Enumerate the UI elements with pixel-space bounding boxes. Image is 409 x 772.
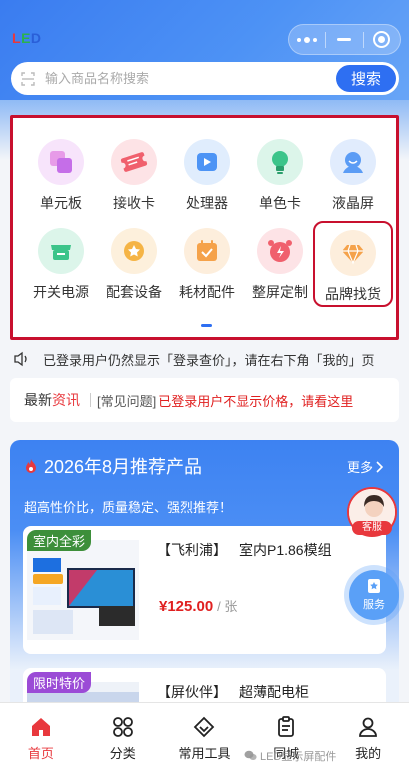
- notice-bar[interactable]: 已登录用户仍然显示「登录查价」，请在右下角「我的」页: [0, 346, 409, 372]
- category-icon: [112, 717, 133, 737]
- product-price: ¥125.00 / 张: [159, 598, 238, 615]
- shop-icon: [38, 228, 84, 274]
- service-icon: [368, 579, 380, 593]
- news-tag: [常见问题]: [97, 393, 157, 409]
- product-card[interactable]: 室内全彩 【飞利浦】 室内P1.86模组 ¥125.00 / 张: [23, 526, 386, 654]
- category-label: 接收卡: [113, 195, 155, 211]
- close-button[interactable]: [364, 25, 400, 54]
- speaker-icon: [14, 351, 27, 367]
- diamond-icon: [330, 230, 376, 276]
- calendar-check-icon: [184, 228, 230, 274]
- product-badge: 限时特价: [27, 672, 92, 693]
- wechat-icon: [244, 750, 257, 760]
- category-label: 配套设备: [106, 284, 162, 300]
- diamond-outline-icon: [194, 716, 215, 738]
- bulb-icon: [257, 139, 303, 185]
- category-custom-screen[interactable]: 整屏定制: [243, 228, 317, 302]
- category-grid: 单元板 接收卡 处理器 单色卡 液晶屏 开关电源 配套设备 耗材配件 整屏定制 …: [10, 115, 399, 340]
- news-bar[interactable]: 最新资讯 [常见问题] 已登录用户不显示价格，请看这里: [10, 378, 399, 422]
- tab-tools[interactable]: 常用工具: [164, 703, 246, 772]
- fire-icon: [26, 459, 36, 473]
- home-icon: [31, 718, 50, 736]
- scan-icon[interactable]: [21, 71, 35, 86]
- page-indicator: [201, 324, 212, 327]
- watermark: LED显示屏配件: [244, 748, 336, 764]
- category-label: 单元板: [40, 195, 82, 211]
- category-label: 整屏定制: [252, 284, 308, 300]
- tab-label: 常用工具: [178, 746, 231, 761]
- recommend-subtitle: 超高性价比，质量稳定、强烈推荐！: [24, 500, 233, 515]
- user-icon: [359, 717, 377, 737]
- bottom-tab-bar: 首页 分类 常用工具 同城 我的: [0, 702, 409, 772]
- tab-home[interactable]: 首页: [0, 703, 82, 772]
- category-label: 处理器: [186, 195, 228, 211]
- product-name: 【屏伙伴】 超薄配电柜: [157, 684, 309, 700]
- category-brand-sourcing[interactable]: 品牌找货: [313, 221, 393, 307]
- category-label: 耗材配件: [179, 284, 235, 300]
- tab-label: 分类: [109, 746, 136, 761]
- tab-mine[interactable]: 我的: [327, 703, 409, 772]
- video-processor-icon: [184, 139, 230, 185]
- app-logo: LED: [12, 30, 42, 46]
- product-name: 【飞利浦】 室内P1.86模组: [157, 542, 332, 558]
- ticket-icon: [111, 139, 157, 185]
- medal-icon: [111, 228, 157, 274]
- news-divider: [90, 393, 91, 407]
- news-headline[interactable]: 已登录用户不显示价格，请看这里: [158, 391, 353, 410]
- category-unit-board[interactable]: 单元板: [24, 139, 98, 213]
- header-background: [0, 0, 409, 112]
- clipboard-icon: [278, 716, 295, 737]
- category-lcd[interactable]: 液晶屏: [316, 139, 390, 213]
- tab-category[interactable]: 分类: [82, 703, 164, 772]
- target-circle-icon: [373, 31, 391, 48]
- product-badge: 室内全彩: [27, 530, 92, 551]
- lcd-face-icon: [330, 139, 376, 185]
- alarm-clock-icon: [257, 228, 303, 274]
- tab-label: 我的: [355, 746, 382, 761]
- tab-label: 首页: [27, 746, 54, 761]
- category-label: 品牌找货: [325, 286, 381, 302]
- recommend-more-link[interactable]: 更多: [347, 457, 383, 476]
- category-label: 液晶屏: [332, 195, 374, 211]
- more-button[interactable]: [289, 25, 325, 54]
- product-image[interactable]: [27, 540, 139, 640]
- more-label: 更多: [346, 460, 373, 475]
- search-bar: 搜索: [11, 62, 399, 95]
- category-label: 单色卡: [259, 195, 301, 211]
- service-label: 服务: [363, 599, 385, 611]
- category-accessories[interactable]: 配套设备: [97, 228, 171, 302]
- category-label: 开关电源: [33, 284, 89, 300]
- notice-text: 已登录用户仍然显示「登录查价」，请在右下角「我的」页: [43, 352, 375, 368]
- mini-program-capsule: [288, 24, 401, 55]
- category-power-supply[interactable]: 开关电源: [24, 228, 98, 302]
- category-receiver-card[interactable]: 接收卡: [97, 139, 171, 213]
- category-processor[interactable]: 处理器: [170, 139, 244, 213]
- minimize-button[interactable]: [326, 25, 362, 54]
- category-consumables[interactable]: 耗材配件: [170, 228, 244, 302]
- unit-board-icon: [38, 139, 84, 185]
- recommend-title: 2026年8月推荐产品: [44, 457, 203, 477]
- customer-service-label: 客服: [352, 521, 392, 535]
- chevron-right-icon: [376, 460, 383, 473]
- service-button[interactable]: 服务: [349, 570, 399, 620]
- category-mono-card[interactable]: 单色卡: [243, 139, 317, 213]
- minus-icon: [337, 38, 352, 41]
- search-button[interactable]: 搜索: [336, 65, 396, 92]
- more-dots-icon: [297, 36, 318, 43]
- recommend-header: 2026年8月推荐产品: [24, 453, 202, 479]
- news-title: 最新资讯: [24, 392, 80, 408]
